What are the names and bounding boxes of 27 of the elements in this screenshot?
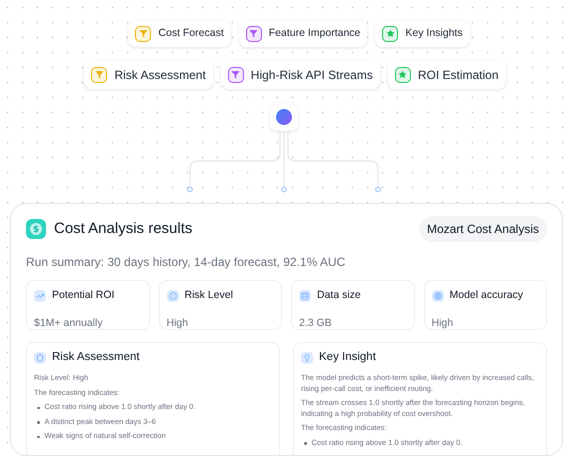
stat-label: Potential ROI <box>52 288 114 303</box>
filter-chip[interactable]: Risk Assessment <box>84 60 213 89</box>
panel-title: Risk Assessment <box>52 350 140 365</box>
filter-chip[interactable]: ROI Estimation <box>388 60 506 89</box>
panel-title: Key Insight <box>319 350 376 365</box>
filter-chip[interactable]: Feature Importance <box>238 20 368 47</box>
stat-label: Risk Level <box>184 288 233 303</box>
dollar-icon <box>26 219 46 239</box>
stat-value: High <box>432 316 454 331</box>
filter-chip[interactable]: High-Risk API Streams <box>220 60 380 89</box>
target-icon <box>432 290 444 302</box>
stat-label: Model accuracy <box>450 288 524 303</box>
hub-node[interactable] <box>270 103 298 131</box>
card-title: Cost Analysis results <box>54 218 192 239</box>
chart-icon <box>34 290 46 302</box>
stat-value: High <box>166 316 190 331</box>
filter-chip[interactable]: Cost Forecast <box>128 20 231 47</box>
filter-chip[interactable]: Key Insights <box>375 20 470 47</box>
stat-label: Data size <box>317 288 361 303</box>
run-summary: Run summary: 30 days history, 14-day forecast, 92.1% AUC <box>26 254 346 271</box>
stat-value: $1M+ annually <box>34 316 104 331</box>
stat-value: 2.3 GB <box>299 316 333 331</box>
shield-icon <box>34 352 46 364</box>
alert-icon <box>166 290 178 302</box>
model-tag: Mozart Cost Analysis <box>418 216 547 242</box>
lightbulb-icon <box>301 352 313 364</box>
database-icon <box>299 290 311 302</box>
